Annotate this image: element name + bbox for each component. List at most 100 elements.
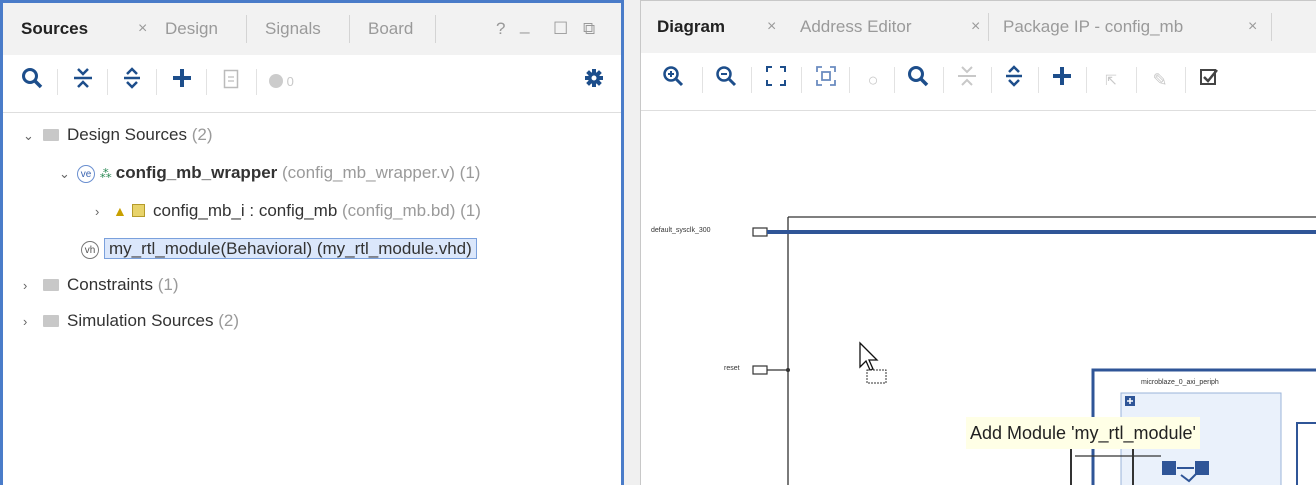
chevron-down-icon[interactable]: ⌄ xyxy=(23,121,41,151)
collapse-all-icon[interactable] xyxy=(68,67,98,97)
verilog-file-icon: ve xyxy=(77,165,95,183)
toolbar-divider xyxy=(156,69,157,95)
properties-icon[interactable] xyxy=(216,67,246,97)
diagram-panel: Diagram × Address Editor × Package IP - … xyxy=(640,0,1316,485)
sources-tab-bar: Sources × Design Signals Board ? _ ☐ ⧉ xyxy=(3,3,621,55)
item-count: (1) xyxy=(459,163,481,182)
toolbar-divider xyxy=(1185,67,1186,93)
file-name: (config_mb_wrapper.v) xyxy=(282,163,455,182)
item-count: (2) xyxy=(218,311,239,330)
toolbar-divider xyxy=(256,69,257,95)
tree-item-label: Simulation Sources xyxy=(67,311,214,330)
diagram-toolbar: ○ ⇱ ✎ xyxy=(641,53,1316,111)
tab-board[interactable]: Board xyxy=(368,3,413,55)
wrench-icon[interactable]: ✎ xyxy=(1145,65,1175,95)
block-design-canvas[interactable]: default_sysclk_300 reset microblaze_0_ax… xyxy=(641,111,1316,485)
tab-divider xyxy=(1271,13,1272,41)
toolbar-divider xyxy=(801,67,802,93)
folder-icon xyxy=(43,315,59,327)
make-external-icon[interactable]: ⇱ xyxy=(1096,65,1126,95)
folder-icon xyxy=(43,129,59,141)
diagram-tab-bar: Diagram × Address Editor × Package IP - … xyxy=(641,1,1316,53)
file-name: (config_mb.bd) xyxy=(342,201,456,220)
zoom-selection-icon[interactable] xyxy=(811,65,841,95)
tab-design[interactable]: Design xyxy=(165,3,218,55)
bd-file-icon xyxy=(132,204,145,217)
close-address-editor-tab-icon[interactable]: × xyxy=(971,1,980,53)
warning-count: 0 xyxy=(286,74,294,89)
sources-toolbar: 0 xyxy=(3,55,621,113)
float-icon[interactable]: ⧉ xyxy=(583,3,595,55)
port-reset-label: reset xyxy=(724,365,740,372)
hierarchy-icon: ⁂ xyxy=(99,167,112,181)
tree-item-label: Design Sources xyxy=(67,125,188,144)
toolbar-divider xyxy=(57,69,58,95)
tab-diagram[interactable]: Diagram xyxy=(657,1,725,53)
search-icon[interactable] xyxy=(903,65,933,95)
chevron-right-icon[interactable]: › xyxy=(23,271,41,301)
validate-icon[interactable] xyxy=(1194,65,1224,95)
minimize-icon[interactable]: _ xyxy=(520,3,529,51)
toolbar-divider xyxy=(894,67,895,93)
tree-item-wrapper[interactable]: ⌄ ve ⁂ config_mb_wrapper (config_mb_wrappe… xyxy=(59,158,480,188)
chevron-right-icon[interactable]: › xyxy=(95,197,113,227)
add-icon[interactable] xyxy=(167,67,197,97)
vhdl-file-icon: vh xyxy=(81,241,99,259)
toolbar-divider xyxy=(1136,67,1137,93)
port-clock-label: default_sysclk_300 xyxy=(651,227,711,234)
sources-panel: Sources × Design Signals Board ? _ ☐ ⧉ 0… xyxy=(0,0,624,485)
toolbar-divider xyxy=(702,67,703,93)
tab-address-editor[interactable]: Address Editor xyxy=(800,1,912,53)
refresh-icon[interactable]: ○ xyxy=(858,65,888,95)
toolbar-divider xyxy=(991,67,992,93)
add-ip-icon[interactable] xyxy=(1047,65,1077,95)
zoom-out-icon[interactable] xyxy=(711,65,741,95)
zoom-in-icon[interactable] xyxy=(658,65,688,95)
block-design-icon: ▲ xyxy=(113,203,127,219)
collapse-all-icon[interactable] xyxy=(952,65,982,95)
tree-item-design-sources[interactable]: ⌄ Design Sources (2) xyxy=(23,120,213,150)
tree-item-my-rtl-module[interactable]: vh my_rtl_module(Behavioral) (my_rtl_modu… xyxy=(81,234,477,264)
tab-divider xyxy=(435,15,436,43)
tree-item-simulation-sources[interactable]: › Simulation Sources (2) xyxy=(23,306,239,336)
tree-item-label: config_mb_i : config_mb xyxy=(153,201,338,220)
chevron-down-icon[interactable]: ⌄ xyxy=(59,159,77,189)
item-count: (1) xyxy=(460,201,481,220)
tab-sources[interactable]: Sources xyxy=(21,3,88,55)
tab-signals[interactable]: Signals xyxy=(265,3,321,55)
tab-divider xyxy=(349,15,350,43)
folder-icon xyxy=(43,279,59,291)
tree-item-label: Constraints xyxy=(67,275,153,294)
tab-package-ip[interactable]: Package IP - config_mb xyxy=(1003,1,1183,53)
toolbar-divider xyxy=(206,69,207,95)
help-icon[interactable]: ? xyxy=(496,3,505,55)
toolbar-divider xyxy=(1086,67,1087,93)
maximize-icon[interactable]: ☐ xyxy=(553,3,568,55)
chevron-right-icon[interactable]: › xyxy=(23,307,41,337)
toolbar-divider xyxy=(1038,67,1039,93)
gear-icon[interactable] xyxy=(579,67,609,97)
close-diagram-tab-icon[interactable]: × xyxy=(767,1,776,53)
toolbar-divider xyxy=(107,69,108,95)
search-icon[interactable] xyxy=(17,67,47,97)
cursor-arrow xyxy=(859,341,879,371)
toolbar-divider xyxy=(849,67,850,93)
tab-divider xyxy=(988,13,989,41)
tree-item-constraints[interactable]: › Constraints (1) xyxy=(23,270,179,300)
toolbar-divider xyxy=(751,67,752,93)
interconnect-block-title: microblaze_0_axi_periph xyxy=(1141,379,1219,386)
zoom-fit-icon[interactable] xyxy=(761,65,791,95)
warning-counter[interactable]: 0 xyxy=(269,67,319,97)
expand-all-icon[interactable] xyxy=(117,67,147,97)
item-count: (2) xyxy=(191,125,213,144)
tree-item-label: my_rtl_module(Behavioral) (my_rtl_module… xyxy=(104,238,477,259)
close-package-ip-tab-icon[interactable]: × xyxy=(1248,1,1257,53)
toolbar-divider xyxy=(943,67,944,93)
item-count: (1) xyxy=(157,275,179,294)
expand-all-icon[interactable] xyxy=(999,65,1029,95)
close-sources-tab-icon[interactable]: × xyxy=(138,3,147,55)
add-module-tooltip: Add Module 'my_rtl_module' xyxy=(966,417,1200,449)
tree-item-config-mb-i[interactable]: › ▲ config_mb_i : config_mb (config_mb.bd)… xyxy=(95,196,481,226)
tree-item-label: config_mb_wrapper xyxy=(115,163,278,182)
status-dot-icon xyxy=(269,74,283,88)
